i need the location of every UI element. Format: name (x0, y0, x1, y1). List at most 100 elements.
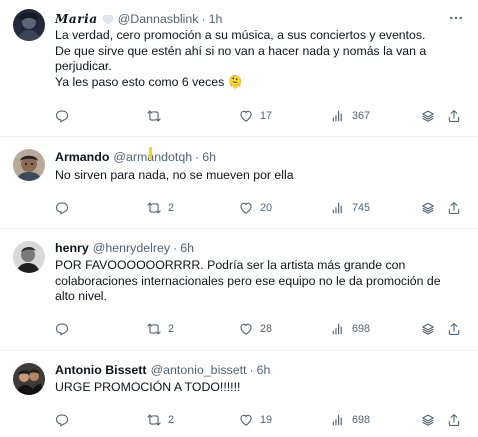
share-button[interactable] (447, 321, 461, 337)
tweet-text-line: La verdad, cero promoción a su música, a… (55, 28, 426, 42)
share-button[interactable] (447, 200, 461, 216)
timestamp[interactable]: 6h (180, 241, 194, 255)
share-icon (447, 201, 461, 215)
bookmark-icon (421, 322, 435, 336)
views-button[interactable]: 698 (331, 321, 370, 337)
views-icon (331, 109, 345, 123)
view-count: 745 (352, 202, 371, 214)
views-icon (331, 201, 345, 215)
separator-dot: · (249, 363, 254, 377)
retweet-count: 2 (168, 414, 175, 426)
tweet[interactable]: Maria @Dannasblink · 1h La verdad, cero … (0, 0, 478, 137)
bookmark-button[interactable] (421, 412, 435, 428)
tweet-text-line: alto nivel. (55, 289, 107, 304)
tweet-header: Antonio Bissett @antonio_bissett · 6h (55, 362, 270, 378)
display-name[interactable]: henry (55, 241, 89, 255)
like-count: 20 (260, 202, 273, 214)
view-count: 698 (352, 414, 371, 426)
tweet[interactable]: Antonio Bissett @antonio_bissett · 6h UR… (0, 351, 478, 437)
retweet-button[interactable]: 2 (147, 321, 174, 337)
like-count: 17 (260, 110, 273, 122)
retweet-icon (147, 201, 161, 215)
bookmark-button[interactable] (421, 108, 435, 124)
views-icon (331, 322, 345, 336)
like-button[interactable]: 17 (239, 108, 272, 124)
retweet-icon (147, 109, 161, 123)
like-icon (239, 322, 253, 336)
share-icon (447, 322, 461, 336)
views-button[interactable]: 698 (331, 412, 370, 428)
separator-dot: · (173, 241, 178, 255)
like-button[interactable]: 19 (239, 412, 272, 428)
reply-icon (55, 322, 69, 336)
tweet-actions: 17 367 (55, 108, 459, 124)
timestamp[interactable]: 1h (209, 12, 223, 26)
bookmark-icon (421, 413, 435, 427)
display-name[interactable]: Armando (55, 150, 109, 164)
avatar[interactable] (13, 149, 45, 181)
tweet[interactable]: Armando @armandotqh · 6h No sirven para … (0, 137, 478, 229)
tweet-text: POR FAVOOOOOORRRR. Podría ser la artista… (55, 258, 459, 305)
view-count: 367 (352, 110, 371, 122)
retweet-icon (147, 413, 161, 427)
share-icon (447, 413, 461, 427)
tweet-header: Maria @Dannasblink · 1h (55, 11, 222, 27)
user-handle[interactable]: @antonio_bissett (151, 363, 247, 377)
reply-button[interactable] (55, 200, 76, 216)
like-button[interactable]: 20 (239, 200, 272, 216)
user-handle[interactable]: @Dannasblink (118, 12, 199, 26)
views-button[interactable]: 367 (331, 108, 370, 124)
text-cursor-highlight (149, 147, 152, 159)
display-name[interactable]: Maria (55, 12, 98, 26)
tweet-text-line: De que sirve que estén ahí si no van a h… (55, 43, 427, 58)
views-button[interactable]: 745 (331, 200, 370, 216)
tweet[interactable]: henry @henrydelrey · 6h POR FAVOOOOOORRR… (0, 229, 478, 351)
tweet-text-line: perjudicar. (55, 59, 112, 74)
tweet-text-line: Ya les paso esto como 6 veces 🫠 (55, 75, 459, 91)
share-button[interactable] (447, 412, 461, 428)
retweet-icon (147, 322, 161, 336)
bookmark-button[interactable] (421, 200, 435, 216)
avatar[interactable] (13, 363, 45, 395)
tweet-actions: 2 28 698 (55, 321, 459, 337)
like-icon (239, 109, 253, 123)
user-handle[interactable]: @armandotqh (113, 150, 192, 164)
user-handle[interactable]: @henrydelrey (93, 241, 170, 255)
like-icon (239, 413, 253, 427)
bookmark-icon (421, 201, 435, 215)
separator-dot: · (201, 12, 206, 26)
bookmark-button[interactable] (421, 321, 435, 337)
retweet-button[interactable]: 2 (147, 412, 174, 428)
tweet-header: henry @henrydelrey · 6h (55, 240, 194, 256)
like-button[interactable]: 28 (239, 321, 272, 337)
tweet-text-line: colaboraciones internacionales pero ese … (55, 273, 441, 288)
tweet-text-line: No sirven para nada, no se mueven por el… (55, 168, 294, 182)
timestamp[interactable]: 6h (257, 363, 271, 377)
tweet-text: La verdad, cero promoción a su música, a… (55, 28, 459, 90)
tweet-text: URGE PROMOCIÓN A TODO!!!!!! (55, 380, 459, 396)
share-button[interactable] (447, 108, 461, 124)
retweet-count: 2 (168, 202, 175, 214)
tweet-text-line: URGE PROMOCIÓN A TODO!!!!!! (55, 380, 241, 394)
retweet-button[interactable]: 2 (147, 200, 174, 216)
tweet-actions: 2 19 698 (55, 412, 459, 428)
display-name[interactable]: Antonio Bissett (55, 363, 147, 377)
handle-text: @armandotqh (113, 150, 193, 164)
avatar[interactable] (13, 241, 45, 273)
retweet-button[interactable] (147, 108, 168, 124)
reply-icon (55, 109, 69, 123)
retweet-count: 2 (168, 323, 175, 335)
melting-face-emoji: 🫠 (227, 74, 244, 89)
separator-dot: · (195, 150, 200, 164)
more-icon[interactable] (448, 10, 464, 26)
timestamp[interactable]: 6h (202, 150, 216, 164)
heart-icon (102, 14, 113, 25)
avatar[interactable] (13, 9, 45, 41)
tweet-text-segment: Ya les paso esto como 6 veces (55, 74, 225, 89)
bookmark-icon (421, 109, 435, 123)
share-icon (447, 109, 461, 123)
reply-button[interactable] (55, 108, 76, 124)
like-count: 19 (260, 414, 273, 426)
reply-button[interactable] (55, 412, 76, 428)
reply-button[interactable] (55, 321, 76, 337)
